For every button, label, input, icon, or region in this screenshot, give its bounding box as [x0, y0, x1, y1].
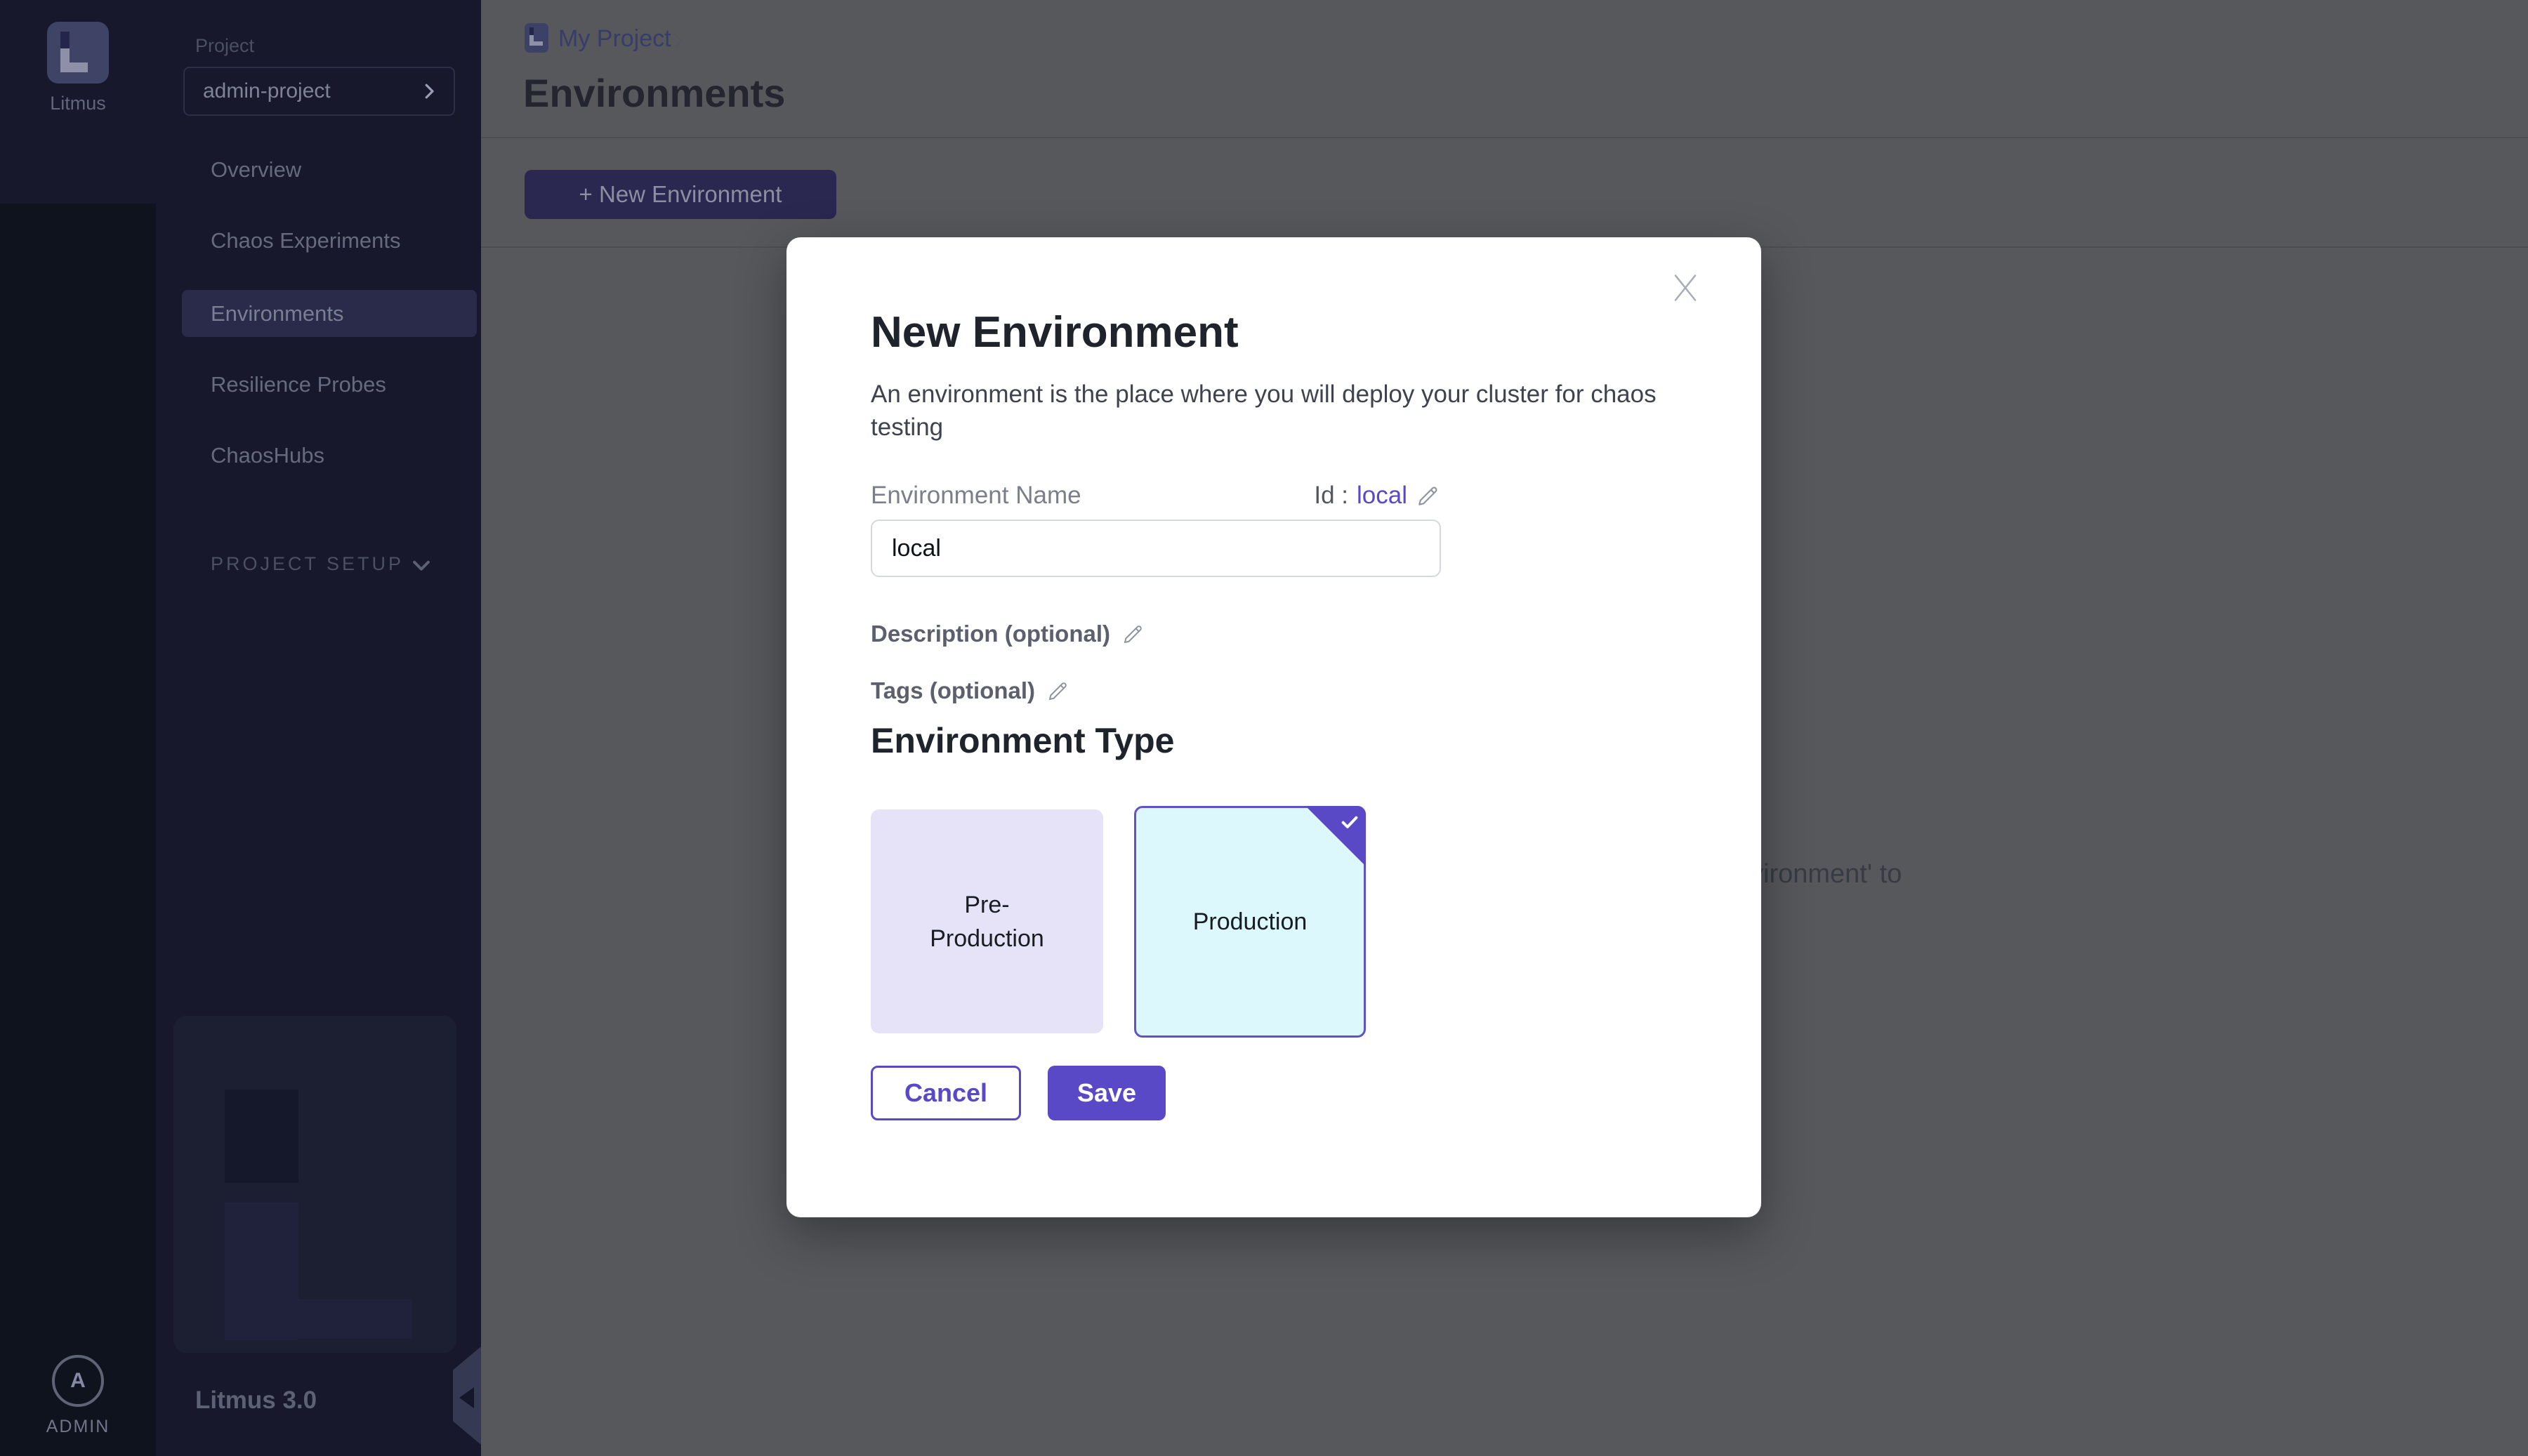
litmus-app: My Project Environments + New Environmen… [0, 0, 2528, 1456]
environment-name-input[interactable] [871, 519, 1441, 577]
check-icon [1339, 812, 1360, 833]
id-value: local [1357, 482, 1407, 510]
edit-pencil-icon[interactable] [1416, 483, 1441, 508]
type-card-pre-production[interactable]: Pre-Production [871, 809, 1103, 1033]
environment-id-group: Id : local [1314, 482, 1441, 510]
modal-actions: Cancel Save [871, 1066, 1166, 1120]
modal-title: New Environment [871, 307, 1239, 357]
edit-pencil-icon[interactable] [1121, 622, 1145, 646]
environment-name-field-header: Environment Name Id : local [871, 482, 1441, 510]
description-optional-label: Description (optional) [871, 621, 1110, 647]
modal-description: An environment is the place where you wi… [871, 378, 1664, 444]
id-label: Id : [1314, 482, 1348, 510]
new-environment-modal: New Environment An environment is the pl… [786, 237, 1761, 1217]
tags-optional-toggle[interactable]: Tags (optional) [871, 677, 1070, 704]
type-card-label: Pre-Production [910, 888, 1065, 955]
cancel-button[interactable]: Cancel [871, 1066, 1021, 1120]
environment-name-label: Environment Name [871, 482, 1081, 510]
description-optional-toggle[interactable]: Description (optional) [871, 621, 1145, 647]
close-icon[interactable] [1666, 268, 1705, 307]
environment-type-heading: Environment Type [871, 720, 1174, 761]
type-card-production[interactable]: Production [1134, 806, 1366, 1038]
type-card-label: Production [1193, 905, 1308, 939]
selected-corner-badge [1305, 806, 1366, 866]
edit-pencil-icon[interactable] [1046, 679, 1070, 703]
tags-optional-label: Tags (optional) [871, 677, 1035, 704]
save-button[interactable]: Save [1048, 1066, 1166, 1120]
